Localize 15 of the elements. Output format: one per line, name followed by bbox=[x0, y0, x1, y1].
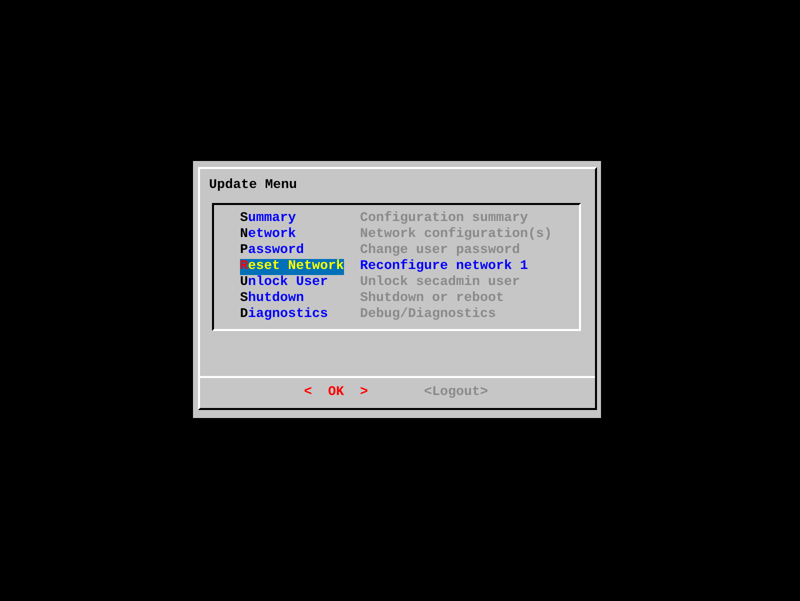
menu-item-description: Unlock secadmin user bbox=[360, 275, 520, 291]
dialog-title: Update Menu bbox=[208, 177, 298, 194]
menu-item[interactable]: Summary bbox=[240, 211, 296, 227]
menu-item-description: Change user password bbox=[360, 243, 520, 259]
menu-item[interactable]: Password bbox=[240, 243, 304, 259]
menu-item-description: Configuration summary bbox=[360, 211, 528, 227]
menu-item[interactable]: Network bbox=[240, 227, 296, 243]
menu-item[interactable]: Unlock User bbox=[240, 275, 328, 291]
menu-item-description: Network configuration(s) bbox=[360, 227, 552, 243]
menu-item-description: Debug/Diagnostics bbox=[360, 307, 496, 323]
menu-item[interactable]: Reset Network bbox=[240, 259, 344, 275]
menu-item[interactable]: Diagnostics bbox=[240, 307, 328, 323]
menu-item[interactable]: Shutdown bbox=[240, 291, 304, 307]
menu-item-description: Shutdown or reboot bbox=[360, 291, 504, 307]
menu-item-description: Reconfigure network 1 bbox=[360, 259, 528, 275]
